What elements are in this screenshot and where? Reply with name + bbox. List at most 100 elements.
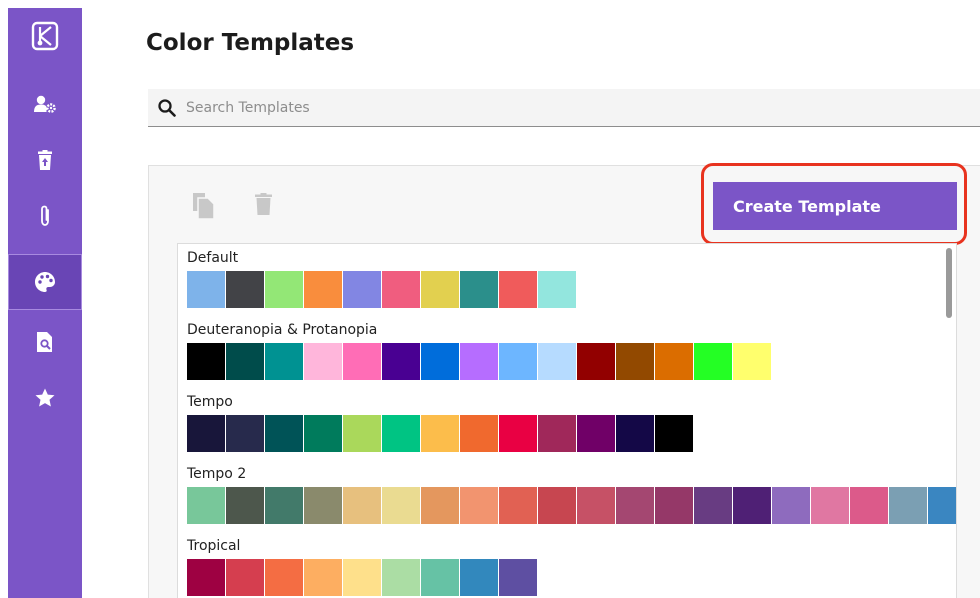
color-swatch — [187, 415, 225, 452]
color-swatch — [265, 343, 303, 380]
color-swatch — [304, 487, 342, 524]
template-row[interactable]: Default — [187, 248, 577, 308]
color-swatch — [499, 271, 537, 308]
color-swatch — [382, 343, 420, 380]
palette-icon — [35, 272, 55, 292]
color-swatch — [655, 415, 693, 452]
color-swatch — [343, 271, 381, 308]
color-swatch — [421, 415, 459, 452]
color-swatch — [343, 343, 381, 380]
color-swatch — [499, 559, 537, 596]
color-swatch — [187, 559, 225, 596]
sidebar-item-favorites[interactable] — [8, 370, 82, 426]
search-icon — [158, 98, 176, 117]
color-swatch — [421, 343, 459, 380]
color-swatch — [694, 487, 732, 524]
color-swatch — [187, 343, 225, 380]
template-swatches — [187, 487, 956, 524]
color-swatch — [577, 487, 615, 524]
template-name: Deuteranopia & Protanopia — [187, 322, 378, 338]
color-swatch — [616, 415, 654, 452]
color-swatch — [421, 487, 459, 524]
color-swatch — [811, 487, 849, 524]
color-swatch — [304, 559, 342, 596]
sidebar-item-color-templates[interactable] — [8, 254, 82, 310]
sidebar-item-home[interactable] — [8, 8, 82, 64]
color-swatch — [538, 415, 576, 452]
page-title: Color Templates — [146, 30, 355, 56]
template-name: Tempo — [187, 394, 233, 410]
sidebar-item-user-settings[interactable] — [8, 76, 82, 132]
color-swatch — [187, 271, 225, 308]
template-row[interactable]: Tempo 2 — [187, 464, 956, 524]
paperclip-icon — [38, 204, 52, 228]
color-swatch — [616, 343, 654, 380]
color-swatch — [265, 487, 303, 524]
main-content: Color Templates Create Template — [82, 0, 980, 598]
color-swatch — [382, 559, 420, 596]
color-swatch — [616, 487, 654, 524]
color-swatch — [460, 559, 498, 596]
scrollbar[interactable] — [946, 248, 952, 318]
color-swatch — [421, 271, 459, 308]
color-swatch — [733, 487, 771, 524]
template-swatches — [187, 343, 772, 380]
user-settings-icon — [34, 95, 56, 113]
color-swatch — [460, 487, 498, 524]
color-swatch — [382, 487, 420, 524]
template-row[interactable]: Tropical — [187, 536, 538, 596]
color-swatch — [226, 415, 264, 452]
color-swatch — [460, 415, 498, 452]
template-name: Default — [187, 250, 239, 266]
color-swatch — [460, 271, 498, 308]
color-swatch — [499, 487, 537, 524]
color-swatch — [850, 487, 888, 524]
color-swatch — [577, 415, 615, 452]
color-swatch — [265, 559, 303, 596]
color-swatch — [889, 487, 927, 524]
template-swatches — [187, 559, 538, 596]
create-template-button[interactable]: Create Template — [713, 182, 957, 230]
app-logo-icon — [31, 21, 59, 51]
template-swatches — [187, 271, 577, 308]
search-input[interactable] — [186, 99, 786, 116]
color-swatch — [304, 415, 342, 452]
sidebar-item-trash[interactable] — [8, 132, 82, 188]
color-swatch — [460, 343, 498, 380]
trash-restore-icon — [38, 150, 52, 170]
color-swatch — [421, 559, 459, 596]
trash-icon[interactable] — [255, 193, 272, 215]
color-swatch — [226, 559, 264, 596]
color-swatch — [694, 343, 732, 380]
color-swatch — [733, 343, 771, 380]
color-swatch — [265, 415, 303, 452]
color-swatch — [304, 343, 342, 380]
copy-icon[interactable] — [193, 193, 215, 219]
sidebar — [8, 8, 82, 598]
color-swatch — [187, 487, 225, 524]
color-swatch — [265, 271, 303, 308]
template-row[interactable]: Deuteranopia & Protanopia — [187, 320, 772, 380]
color-swatch — [226, 487, 264, 524]
template-row[interactable]: Tempo — [187, 392, 694, 452]
template-list[interactable]: Default Deuteranopia & Protanopia Tempo Tem… — [177, 243, 957, 598]
color-swatch — [499, 415, 537, 452]
sidebar-item-file-search[interactable] — [8, 314, 82, 370]
color-swatch — [538, 343, 576, 380]
color-swatch — [382, 271, 420, 308]
color-swatch — [577, 343, 615, 380]
search-bar — [148, 89, 980, 127]
color-swatch — [343, 559, 381, 596]
color-swatch — [382, 415, 420, 452]
color-swatch — [655, 487, 693, 524]
templates-panel: Create Template Default Deuteranopia & Pr… — [148, 163, 980, 598]
template-swatches — [187, 415, 694, 452]
color-swatch — [226, 343, 264, 380]
color-swatch — [772, 487, 810, 524]
color-swatch — [538, 271, 576, 308]
template-name: Tropical — [187, 538, 241, 554]
color-swatch — [226, 271, 264, 308]
sidebar-item-attachments[interactable] — [8, 188, 82, 244]
color-swatch — [538, 487, 576, 524]
color-swatch — [343, 487, 381, 524]
